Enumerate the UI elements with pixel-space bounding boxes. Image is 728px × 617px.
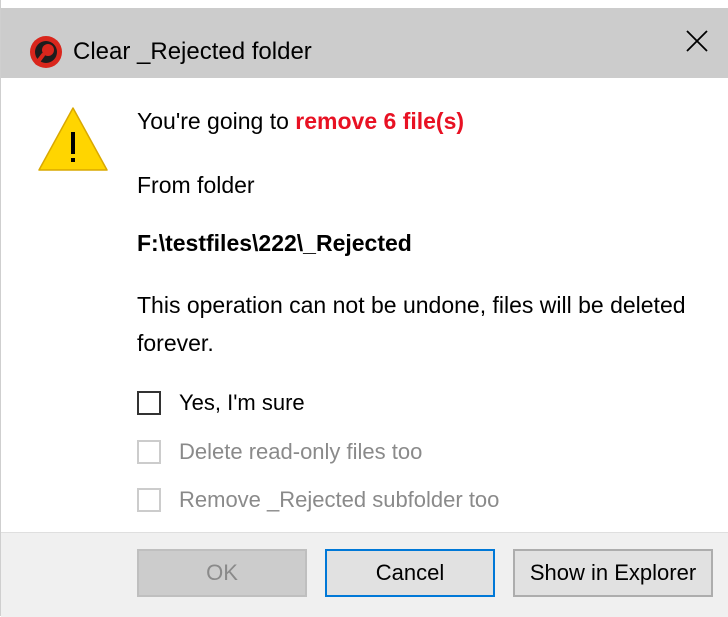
delete-readonly-checkbox-label: Delete read-only files too: [179, 439, 423, 464]
confirm-checkbox-row[interactable]: Yes, I'm sure: [137, 388, 305, 418]
remove-subfolder-checkbox[interactable]: [137, 488, 161, 512]
headline: You're going to remove 6 file(s): [137, 108, 464, 135]
close-button[interactable]: [665, 8, 728, 78]
warning-text: This operation can not be undone, files …: [137, 292, 686, 356]
show-in-explorer-button[interactable]: Show in Explorer: [513, 549, 713, 597]
remove-subfolder-checkbox-label: Remove _Rejected subfolder too: [179, 487, 500, 512]
headline-prefix: You're going to: [137, 108, 296, 134]
warning-triangle-icon: [37, 102, 109, 174]
title-bar: Clear _Rejected folder: [1, 8, 728, 78]
remove-subfolder-checkbox-row[interactable]: Remove _Rejected subfolder too: [137, 485, 499, 515]
window-title: Clear _Rejected folder: [73, 38, 312, 65]
clear-rejected-dialog: Clear _Rejected folder You're going to r…: [0, 0, 728, 617]
close-icon: [685, 29, 709, 58]
button-bar: OK Cancel Show in Explorer: [1, 532, 728, 617]
confirm-checkbox[interactable]: [137, 391, 161, 415]
cancel-button[interactable]: Cancel: [325, 549, 495, 597]
ok-button[interactable]: OK: [137, 549, 307, 597]
delete-readonly-checkbox-row[interactable]: Delete read-only files too: [137, 437, 422, 467]
headline-highlight: remove 6 file(s): [295, 108, 465, 134]
folder-path: F:\testfiles\222\_Rejected: [137, 230, 412, 256]
app-logo-icon: [29, 35, 63, 69]
confirm-checkbox-label: Yes, I'm sure: [179, 390, 305, 415]
from-folder-label: From folder: [137, 172, 255, 198]
delete-readonly-checkbox[interactable]: [137, 440, 161, 464]
